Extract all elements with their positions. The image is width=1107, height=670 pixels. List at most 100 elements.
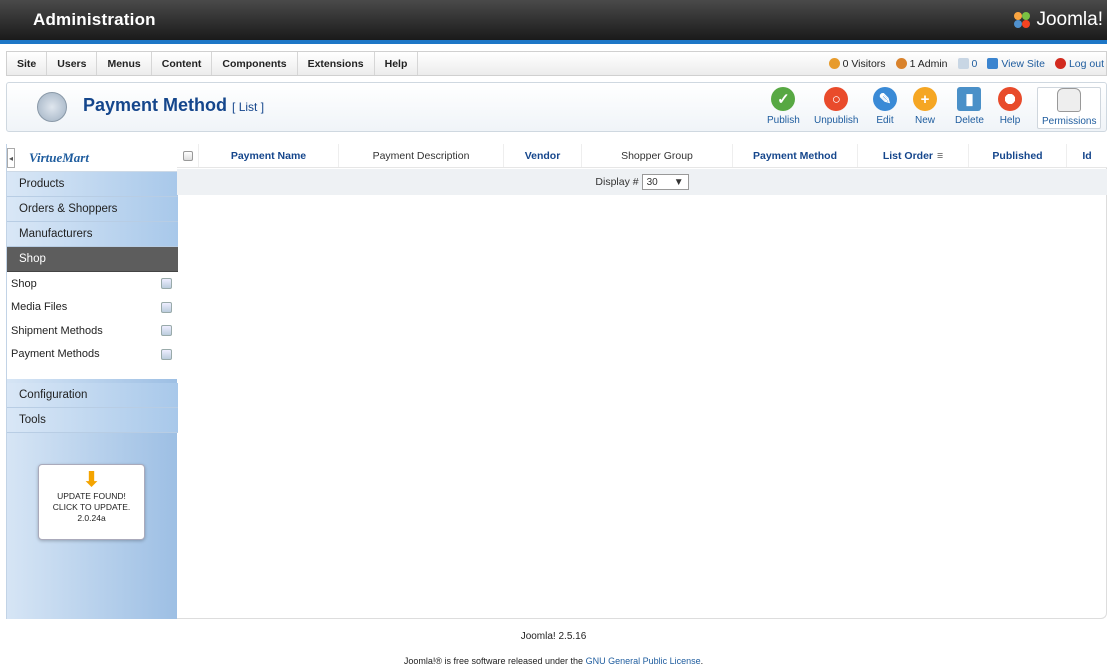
menu-menus[interactable]: Menus bbox=[97, 52, 152, 75]
help-label: Help bbox=[999, 115, 1021, 126]
permissions-button[interactable]: Permissions bbox=[1037, 87, 1102, 129]
visitors-status: 0 Visitors bbox=[828, 57, 886, 70]
main-menu: Site Users Menus Content Components Exte… bbox=[6, 51, 1107, 76]
messages-count: 0 bbox=[971, 57, 978, 70]
check-icon: ✓ bbox=[771, 87, 796, 111]
col-payment-description: Payment Description bbox=[339, 144, 504, 167]
delete-label: Delete bbox=[955, 115, 984, 126]
col-payment-name[interactable]: Payment Name bbox=[199, 144, 339, 167]
submenu-label: Shop bbox=[11, 277, 37, 290]
shop-submenu: Shop Media Files Shipment Methods Paymen… bbox=[7, 272, 178, 379]
admin-header: Administration Joomla! bbox=[0, 0, 1107, 44]
license-suffix: . bbox=[700, 656, 704, 666]
publish-button[interactable]: ✓ Publish bbox=[767, 87, 800, 129]
update-line1: UPDATE FOUND! bbox=[57, 491, 126, 501]
media-files-icon bbox=[161, 301, 172, 313]
sidebar-item-shop[interactable]: Shop bbox=[7, 247, 178, 272]
admin-text: 1 Admin bbox=[909, 57, 948, 70]
table-header: Payment Name Payment Description Vendor … bbox=[177, 144, 1107, 168]
menu-help[interactable]: Help bbox=[375, 52, 419, 75]
collapse-sidebar-button[interactable]: ◂ bbox=[7, 148, 15, 168]
update-line2: CLICK TO UPDATE. bbox=[52, 502, 131, 512]
license-prefix: Joomla!® is free software released under… bbox=[403, 656, 584, 666]
plus-icon: + bbox=[913, 87, 937, 111]
monitor-icon bbox=[987, 58, 999, 69]
logout-text: Log out bbox=[1068, 57, 1104, 70]
joomla-logo[interactable]: Joomla! bbox=[1012, 9, 1103, 31]
new-label: New bbox=[914, 115, 935, 126]
submenu-label: Shipment Methods bbox=[11, 324, 103, 337]
col-vendor[interactable]: Vendor bbox=[504, 144, 582, 167]
sidebar-item-orders[interactable]: Orders & Shoppers bbox=[7, 197, 178, 222]
header-title: Administration bbox=[33, 10, 156, 29]
sort-order-icon[interactable]: ≡ bbox=[937, 150, 943, 162]
visitors-icon bbox=[828, 58, 840, 69]
pagination-row: Display # 30 ▼ bbox=[177, 169, 1107, 195]
messages-icon bbox=[957, 58, 969, 69]
view-site-text: View Site bbox=[1001, 57, 1045, 70]
joomla-icon bbox=[1014, 12, 1031, 28]
lifebuoy-icon bbox=[998, 87, 1022, 111]
display-value: 30 bbox=[646, 176, 658, 188]
unpublish-label: Unpublish bbox=[814, 115, 859, 126]
submenu-item-media-files[interactable]: Media Files bbox=[7, 296, 178, 320]
menu-components[interactable]: Components bbox=[212, 52, 298, 75]
download-arrow-icon: ⬇ bbox=[83, 469, 100, 491]
payment-methods-table: Payment Name Payment Description Vendor … bbox=[177, 144, 1107, 619]
help-button[interactable]: Help bbox=[998, 87, 1022, 129]
unpublish-icon: ○ bbox=[824, 87, 849, 111]
payment-method-icon bbox=[37, 92, 67, 122]
gpl-link[interactable]: GNU General Public License bbox=[586, 656, 701, 666]
page-subtitle: [ List ] bbox=[232, 100, 265, 114]
menu-site[interactable]: Site bbox=[7, 52, 48, 75]
page-title-text: Payment Method bbox=[83, 95, 228, 115]
update-version: 2.0.24a bbox=[77, 513, 106, 523]
submenu-item-shipment-methods[interactable]: Shipment Methods bbox=[7, 319, 178, 343]
payment-icon bbox=[161, 348, 172, 360]
select-all-checkbox[interactable] bbox=[182, 150, 193, 161]
admin-icon bbox=[895, 58, 907, 69]
sidebar: ◂ VirtueMart Products Orders & Shoppers … bbox=[6, 144, 178, 619]
sidebar-item-manufacturers[interactable]: Manufacturers bbox=[7, 222, 178, 247]
trash-icon: ▮ bbox=[957, 87, 982, 111]
visitors-text: 0 Visitors bbox=[842, 57, 886, 70]
view-site-link[interactable]: View Site bbox=[987, 58, 1045, 70]
col-shopper-group: Shopper Group bbox=[582, 144, 733, 167]
virtuemart-logo: ◂ VirtueMart bbox=[7, 144, 178, 172]
pencil-icon: ✎ bbox=[873, 87, 897, 111]
lock-icon bbox=[1057, 88, 1082, 112]
display-limit-select[interactable]: 30 ▼ bbox=[641, 174, 689, 190]
license-text: Joomla!® is free software released under… bbox=[0, 656, 1107, 666]
menu-content[interactable]: Content bbox=[152, 52, 213, 75]
publish-label: Publish bbox=[767, 115, 800, 126]
joomla-version: Joomla! 2.5.16 bbox=[520, 631, 587, 642]
submenu-label: Media Files bbox=[11, 301, 68, 314]
truck-icon bbox=[161, 325, 172, 337]
new-button[interactable]: + New bbox=[913, 87, 937, 129]
edit-button[interactable]: ✎ Edit bbox=[873, 87, 897, 129]
sidebar-item-tools[interactable]: Tools bbox=[7, 408, 178, 433]
col-list-order[interactable]: List Order ≡ bbox=[858, 144, 969, 167]
menu-users[interactable]: Users bbox=[47, 52, 98, 75]
delete-button[interactable]: ▮ Delete bbox=[955, 87, 984, 129]
page-title: Payment Method [ List ] bbox=[83, 95, 264, 116]
sidebar-item-configuration[interactable]: Configuration bbox=[7, 383, 178, 408]
logout-link[interactable]: Log out bbox=[1054, 57, 1104, 70]
logout-icon bbox=[1054, 58, 1066, 69]
permissions-label: Permissions bbox=[1042, 116, 1097, 127]
edit-label: Edit bbox=[876, 115, 894, 126]
col-payment-method[interactable]: Payment Method bbox=[733, 144, 858, 167]
shop-icon bbox=[161, 278, 172, 290]
unpublish-button[interactable]: ○ Unpublish bbox=[814, 87, 858, 129]
submenu-item-shop[interactable]: Shop bbox=[7, 272, 178, 296]
messages-link[interactable]: 0 bbox=[957, 57, 978, 70]
submenu-label: Payment Methods bbox=[11, 348, 100, 361]
menu-extensions[interactable]: Extensions bbox=[298, 52, 375, 75]
submenu-item-payment-methods[interactable]: Payment Methods bbox=[7, 343, 178, 367]
chevron-down-icon: ▼ bbox=[673, 176, 684, 188]
update-button[interactable]: ⬇ UPDATE FOUND! CLICK TO UPDATE. 2.0.24a bbox=[38, 464, 145, 540]
sidebar-item-products[interactable]: Products bbox=[7, 172, 178, 197]
display-label: Display # bbox=[595, 176, 639, 188]
col-published[interactable]: Published bbox=[969, 144, 1067, 167]
col-id[interactable]: Id bbox=[1067, 144, 1107, 167]
